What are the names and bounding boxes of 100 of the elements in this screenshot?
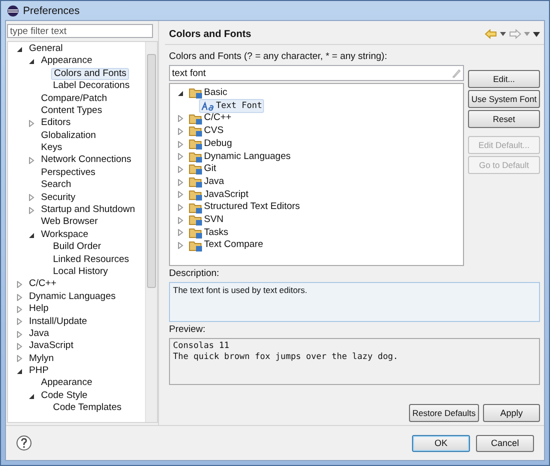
help-icon[interactable] <box>16 435 32 451</box>
tree-item[interactable]: Dynamic Languages <box>188 150 292 163</box>
clear-icon[interactable] <box>451 68 461 78</box>
preview-label: Preview: <box>169 324 206 335</box>
tree-item[interactable]: Basic <box>188 87 228 100</box>
description-text: The text font is used by text editors. <box>169 282 540 322</box>
tree-item[interactable]: Startup and Shutdown <box>39 205 138 216</box>
tree-item[interactable]: Structured Text Editors <box>188 202 301 214</box>
folder-icon <box>189 138 203 150</box>
tree-item[interactable]: CVS <box>188 125 225 138</box>
tree-item[interactable]: General <box>27 44 65 54</box>
tree-item[interactable]: Install/Update <box>27 316 90 328</box>
tree-item[interactable]: Text Font <box>199 99 264 114</box>
action-button[interactable]: Use System Font <box>468 90 540 108</box>
tree-item[interactable]: Java <box>188 176 226 188</box>
description-label: Description: <box>169 268 220 279</box>
tree-item[interactable]: Git <box>188 163 218 176</box>
action-button[interactable]: Reset <box>468 110 540 128</box>
restore-defaults-button[interactable]: Restore Defaults <box>409 404 479 422</box>
tree-item[interactable]: Colors and Fonts <box>51 68 130 80</box>
expand-icon[interactable] <box>16 318 23 326</box>
search-field[interactable]: text font <box>169 65 464 81</box>
tree-item[interactable]: PHP <box>27 366 51 377</box>
tree-item[interactable]: Help <box>27 304 51 315</box>
tree-item[interactable]: Globalization <box>39 130 98 142</box>
expand-icon[interactable] <box>177 140 184 148</box>
folder-icon <box>189 226 203 239</box>
collapse-icon[interactable] <box>28 58 35 66</box>
tree-item[interactable]: Dynamic Languages <box>27 292 118 302</box>
folder-icon <box>189 150 203 163</box>
collapse-icon[interactable] <box>16 46 23 53</box>
tree-item[interactable]: Local History <box>51 266 110 278</box>
tree-item[interactable]: Content Types <box>39 106 104 116</box>
folder-icon <box>189 87 203 100</box>
expand-icon[interactable] <box>177 115 184 122</box>
dropdown-icon[interactable] <box>500 32 506 36</box>
font-icon <box>201 100 215 112</box>
expand-icon[interactable] <box>16 355 23 362</box>
scrollbar[interactable] <box>145 42 157 422</box>
tree-item[interactable]: Appearance <box>39 56 94 67</box>
expand-icon[interactable] <box>177 128 184 135</box>
apply-button[interactable]: Apply <box>483 404 540 422</box>
expand-icon[interactable] <box>177 229 184 236</box>
tree-item[interactable]: Linked Resources <box>51 254 132 266</box>
tree-item[interactable]: Code Style <box>39 390 90 402</box>
tree-item[interactable]: Tasks <box>188 226 230 239</box>
expand-icon[interactable] <box>177 153 184 160</box>
tree-item[interactable]: Label Decorations <box>51 81 132 92</box>
expand-icon[interactable] <box>177 204 184 212</box>
expand-icon[interactable] <box>28 206 35 214</box>
expand-icon[interactable] <box>16 281 23 288</box>
tree-item[interactable]: Mylyn <box>27 354 56 364</box>
tree-item[interactable]: JavaScript <box>188 188 250 201</box>
tree-item[interactable]: Editors <box>39 118 73 129</box>
expand-icon[interactable] <box>28 157 35 164</box>
tree-item[interactable]: Build Order <box>51 242 104 253</box>
tree-item[interactable]: JavaScript <box>27 341 76 352</box>
expand-icon[interactable] <box>16 306 23 313</box>
tree-item[interactable]: SVN <box>188 214 225 226</box>
folder-icon <box>189 188 203 201</box>
tree-item[interactable]: Code Templates <box>51 403 124 414</box>
preview-line: Consolas 11 <box>173 341 230 352</box>
menu-icon[interactable] <box>533 32 540 36</box>
expand-icon[interactable] <box>177 242 184 250</box>
ok-button[interactable]: OK <box>412 434 470 452</box>
tree-item[interactable]: Security <box>39 192 78 204</box>
collapse-icon[interactable] <box>28 392 35 400</box>
expand-icon[interactable] <box>16 294 23 300</box>
tree-item[interactable]: Appearance <box>39 378 94 389</box>
folder-icon <box>189 176 203 188</box>
folder-icon <box>189 214 203 226</box>
action-button[interactable]: Edit... <box>468 70 540 88</box>
expand-icon[interactable] <box>16 343 23 350</box>
tree-item[interactable]: C/C++ <box>188 112 232 125</box>
expand-icon[interactable] <box>16 330 23 338</box>
collapse-icon[interactable] <box>28 232 35 239</box>
expand-icon[interactable] <box>28 120 35 128</box>
expand-icon[interactable] <box>177 216 184 224</box>
collapse-icon[interactable] <box>16 368 23 375</box>
tree-item[interactable]: Perspectives <box>39 168 98 178</box>
tree-item[interactable]: Keys <box>39 143 64 154</box>
tree-item[interactable]: Compare/Patch <box>39 94 110 104</box>
tree-item[interactable]: Search <box>39 180 74 191</box>
tree-item[interactable]: Debug <box>188 138 233 150</box>
tree-item[interactable]: Java <box>27 328 52 340</box>
window-title: Preferences <box>23 4 80 16</box>
filter-field[interactable]: type filter text <box>7 24 153 38</box>
collapse-icon[interactable] <box>177 90 184 97</box>
expand-icon[interactable] <box>177 191 184 198</box>
tree-item[interactable]: Workspace <box>39 230 90 240</box>
tree-item[interactable]: Text Compare <box>188 240 264 252</box>
page-title: Colors and Fonts <box>169 28 252 40</box>
tree-item[interactable]: Web Browser <box>39 217 100 228</box>
expand-icon[interactable] <box>177 166 184 173</box>
expand-icon[interactable] <box>28 194 35 202</box>
cancel-button[interactable]: Cancel <box>476 434 534 452</box>
expand-icon[interactable] <box>177 178 184 186</box>
tree-item[interactable]: C/C++ <box>27 279 58 290</box>
tree-item[interactable]: Network Connections <box>39 155 134 166</box>
folder-icon <box>189 125 203 138</box>
